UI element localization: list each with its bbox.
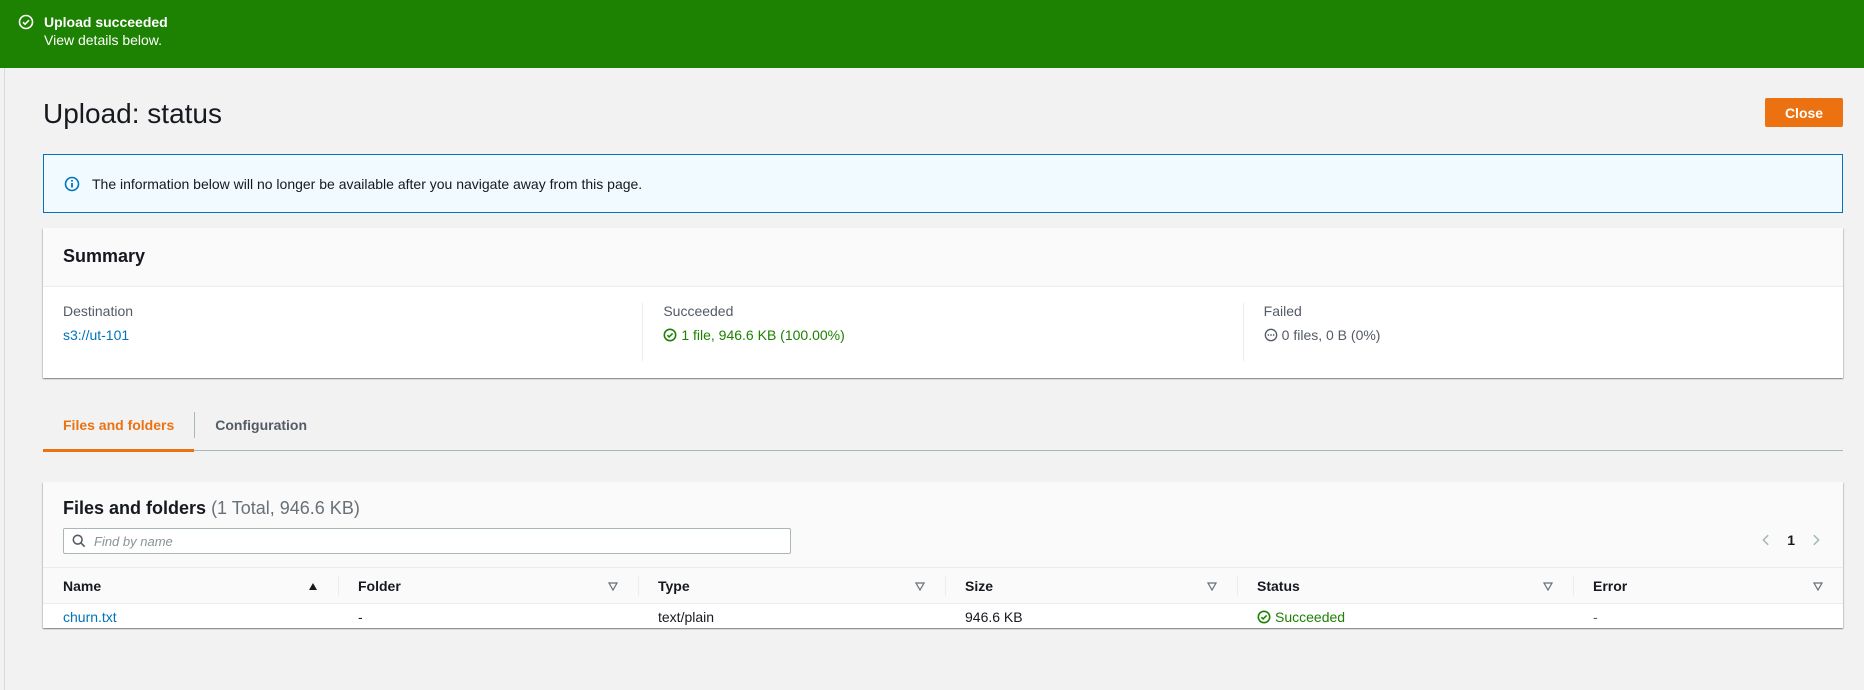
column-header-label: Name — [63, 577, 102, 594]
chevron-left-icon[interactable] — [1759, 533, 1773, 547]
pending-icon — [1264, 328, 1277, 342]
file-type: text/plain — [658, 608, 715, 625]
sort-icon[interactable] — [1207, 581, 1217, 591]
column-header-label: Size — [965, 577, 994, 594]
table-row: churn.txt - text/plain 946.6 KB Succeede… — [43, 604, 1843, 630]
close-button[interactable]: Close — [1765, 98, 1843, 127]
tab-configuration[interactable]: Configuration — [195, 398, 327, 451]
column-header-folder[interactable]: Folder — [338, 568, 638, 604]
table-header-row: Name Folder Type Size Status Error — [43, 567, 1843, 604]
summary-panel: Summary Destination s3://ut-101 Succeede… — [43, 228, 1843, 378]
tab-bar: Files and folders Configuration — [43, 398, 1843, 452]
files-panel: Files and folders (1 Total, 946.6 KB) 1 … — [43, 482, 1843, 628]
page-number[interactable]: 1 — [1787, 532, 1795, 548]
succeeded-value: 1 file, 946.6 KB (100.00%) — [681, 327, 845, 343]
file-error: - — [1593, 608, 1598, 625]
chevron-right-icon[interactable] — [1809, 533, 1823, 547]
column-header-label: Status — [1257, 577, 1300, 594]
column-divider — [1237, 576, 1238, 596]
column-header-size[interactable]: Size — [945, 568, 1237, 604]
sort-icon[interactable] — [1543, 581, 1553, 591]
failed-value: 0 files, 0 B (0%) — [1281, 327, 1381, 343]
succeeded-column: Succeeded 1 file, 946.6 KB (100.00%) — [642, 303, 1242, 361]
flash-title: Upload succeeded — [44, 14, 168, 30]
failed-column: Failed 0 files, 0 B (0%) — [1242, 303, 1843, 361]
info-message: The information below will no longer be … — [92, 175, 643, 192]
info-icon — [64, 176, 80, 191]
column-header-error[interactable]: Error — [1573, 568, 1843, 604]
tab-files-and-folders[interactable]: Files and folders — [43, 398, 195, 452]
sort-icon[interactable] — [1813, 581, 1823, 591]
column-header-label: Folder — [358, 577, 401, 594]
search-input[interactable] — [94, 533, 774, 549]
flash-message: View details below. — [44, 32, 163, 48]
column-divider — [945, 576, 946, 596]
page-title: Upload: status — [43, 98, 222, 129]
column-divider — [638, 576, 639, 596]
column-divider — [1573, 576, 1574, 596]
column-header-type[interactable]: Type — [638, 568, 945, 604]
file-status-label: Succeeded — [1275, 608, 1346, 625]
column-header-name[interactable]: Name — [43, 568, 338, 604]
success-icon — [663, 328, 677, 342]
files-count: (1 Total, 946.6 KB) — [211, 498, 360, 518]
check-circle-icon — [18, 14, 34, 30]
column-header-label: Type — [658, 577, 690, 594]
success-icon — [1257, 610, 1271, 624]
summary-title: Summary — [43, 228, 1843, 287]
file-size: 946.6 KB — [965, 608, 1023, 625]
files-title: Files and folders — [63, 498, 207, 518]
info-alert: The information below will no longer be … — [43, 154, 1843, 213]
column-header-status[interactable]: Status — [1237, 568, 1573, 604]
column-divider — [338, 576, 339, 596]
succeeded-label: Succeeded — [663, 303, 734, 319]
column-header-label: Error — [1593, 577, 1628, 594]
sort-ascending-icon[interactable] — [308, 581, 318, 591]
file-name-link[interactable]: churn.txt — [63, 609, 117, 625]
search-box — [63, 528, 791, 554]
files-heading: Files and folders (1 Total, 946.6 KB) — [63, 498, 360, 519]
destination-label: Destination — [63, 303, 134, 319]
success-flashbar: Upload succeeded View details below. — [0, 0, 1864, 68]
pagination: 1 — [1759, 532, 1823, 548]
destination-link[interactable]: s3://ut-101 — [63, 327, 129, 343]
file-folder: - — [358, 608, 363, 625]
failed-label: Failed — [1263, 303, 1302, 319]
file-status: Succeeded — [1257, 609, 1553, 625]
sort-icon[interactable] — [608, 581, 618, 591]
sort-icon[interactable] — [915, 581, 925, 591]
search-icon — [72, 534, 86, 548]
destination-column: Destination s3://ut-101 — [43, 303, 642, 361]
main-content: Upload: status Close The information bel… — [4, 68, 1864, 690]
files-table: Name Folder Type Size Status Error churn… — [43, 567, 1843, 630]
